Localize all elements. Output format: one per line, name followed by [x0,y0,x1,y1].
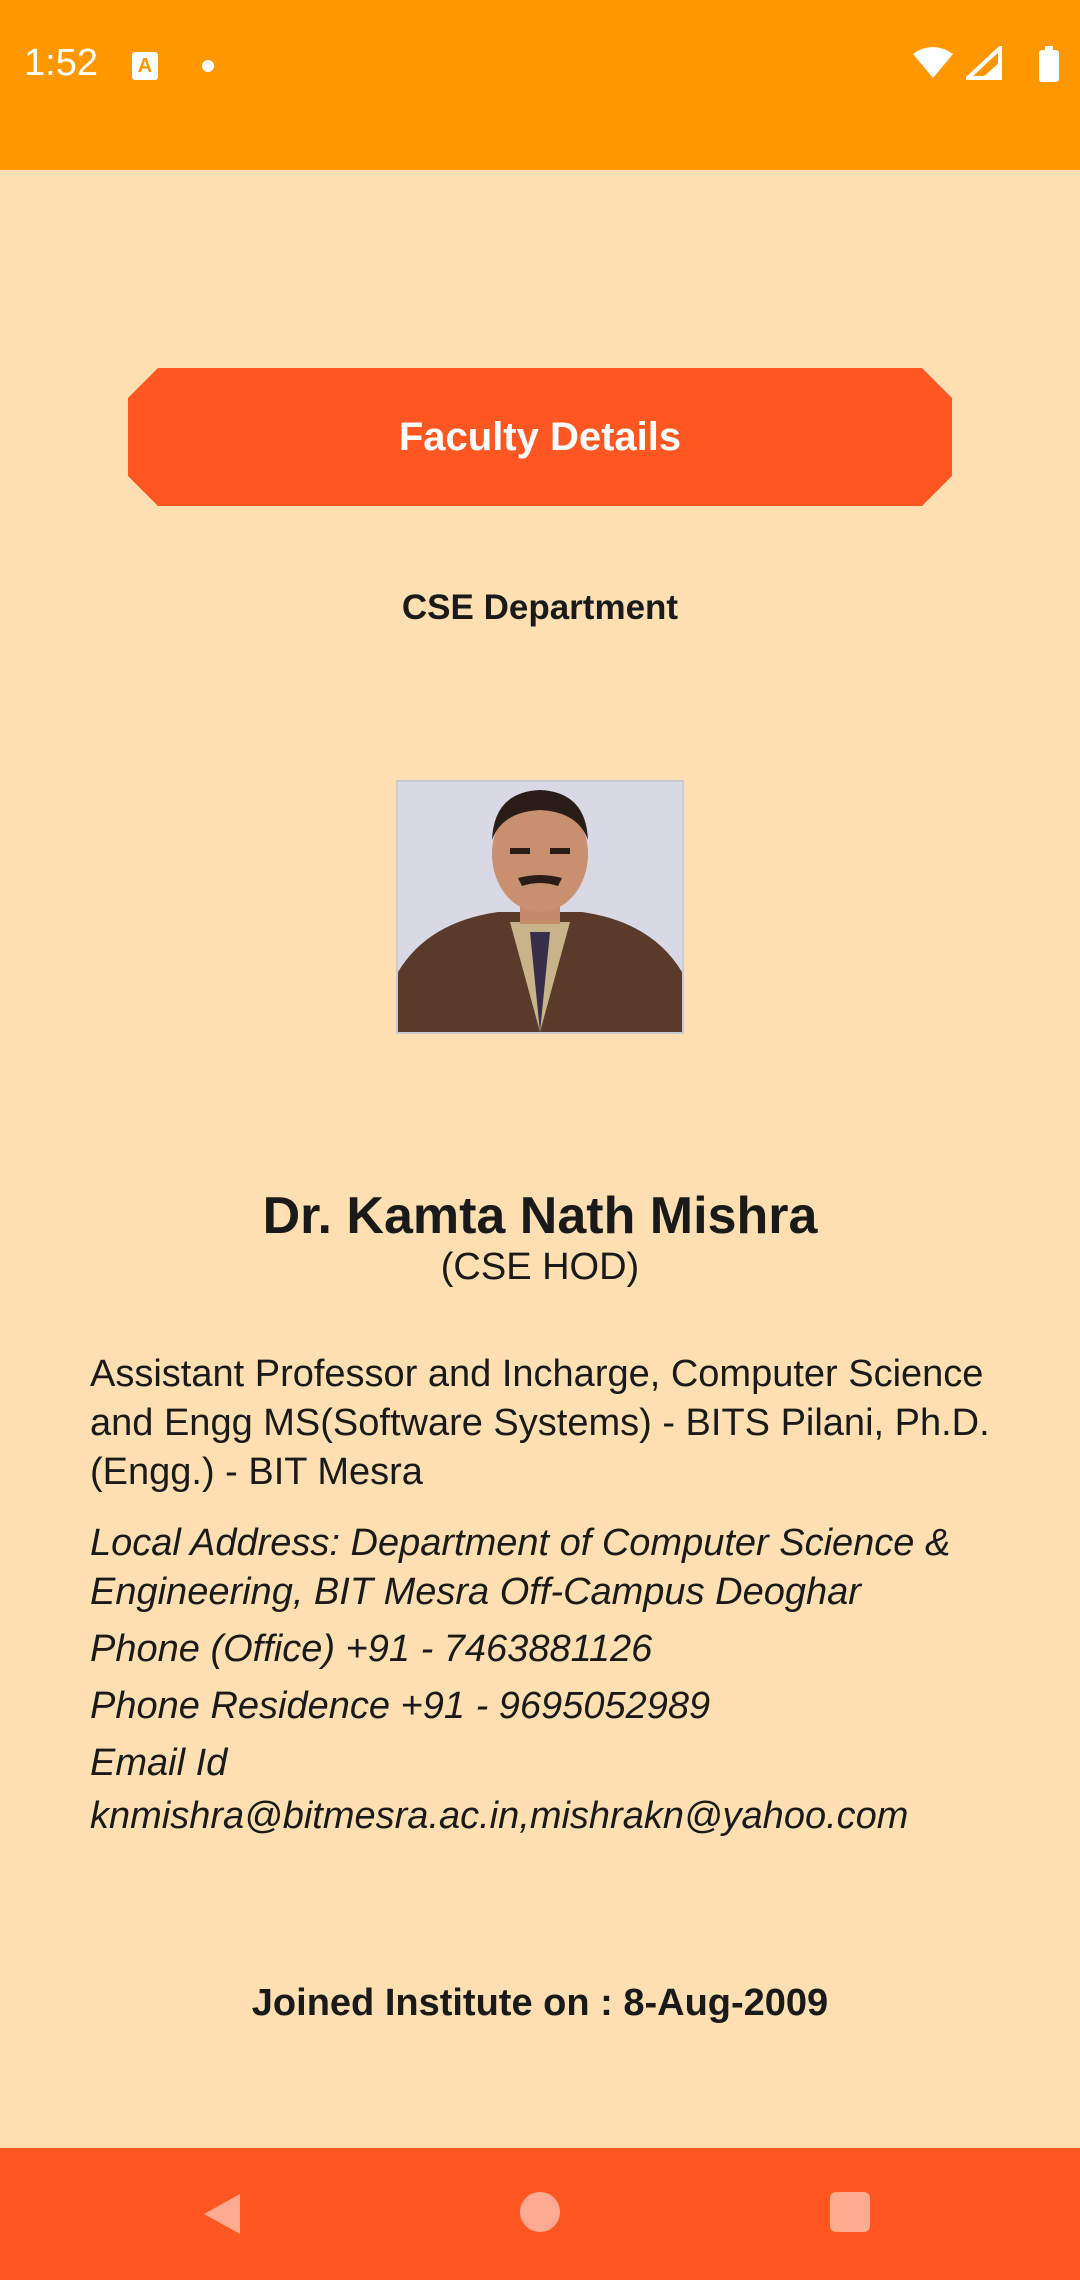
keyboard-a-icon: A [132,52,158,80]
faculty-name: Dr. Kamta Nath Mishra [262,1187,818,1245]
joined-date: Joined Institute on : 8-Aug-2009 [251,1982,829,2024]
battery-icon [1039,46,1059,82]
wifi-icon [913,47,953,78]
local-address: Local Address: Department of Computer Sc… [90,1522,951,1613]
recents-icon[interactable] [830,2192,870,2232]
email-address: knmishra@bitmesra.ac.in,mishrakn@yahoo.c… [90,1795,909,1837]
page-title: Faculty Details [398,414,682,459]
status-bar: 1:52 A [0,0,1080,170]
phone-residence: Phone Residence +91 - 9695052989 [90,1685,711,1727]
signal-icon [966,46,1002,80]
faculty-details-header: Faculty Details [128,368,952,506]
department-label: CSE Department [401,588,679,627]
phone-office: Phone (Office) +91 - 7463881126 [90,1628,653,1670]
notification-dot-icon [202,60,214,72]
status-time: 1:52 [24,42,98,84]
faculty-photo [396,780,684,1034]
faculty-role: (CSE HOD) [440,1246,640,1288]
home-icon[interactable] [520,2192,560,2232]
faculty-info: Assistant Professor and Incharge, Comput… [90,1350,990,1841]
back-icon[interactable] [202,2192,242,2236]
faculty-portrait-image [398,782,682,1032]
navigation-bar [0,2148,1080,2280]
email-label: Email Id [90,1742,228,1784]
faculty-qualification: Assistant Professor and Incharge, Comput… [90,1353,990,1493]
